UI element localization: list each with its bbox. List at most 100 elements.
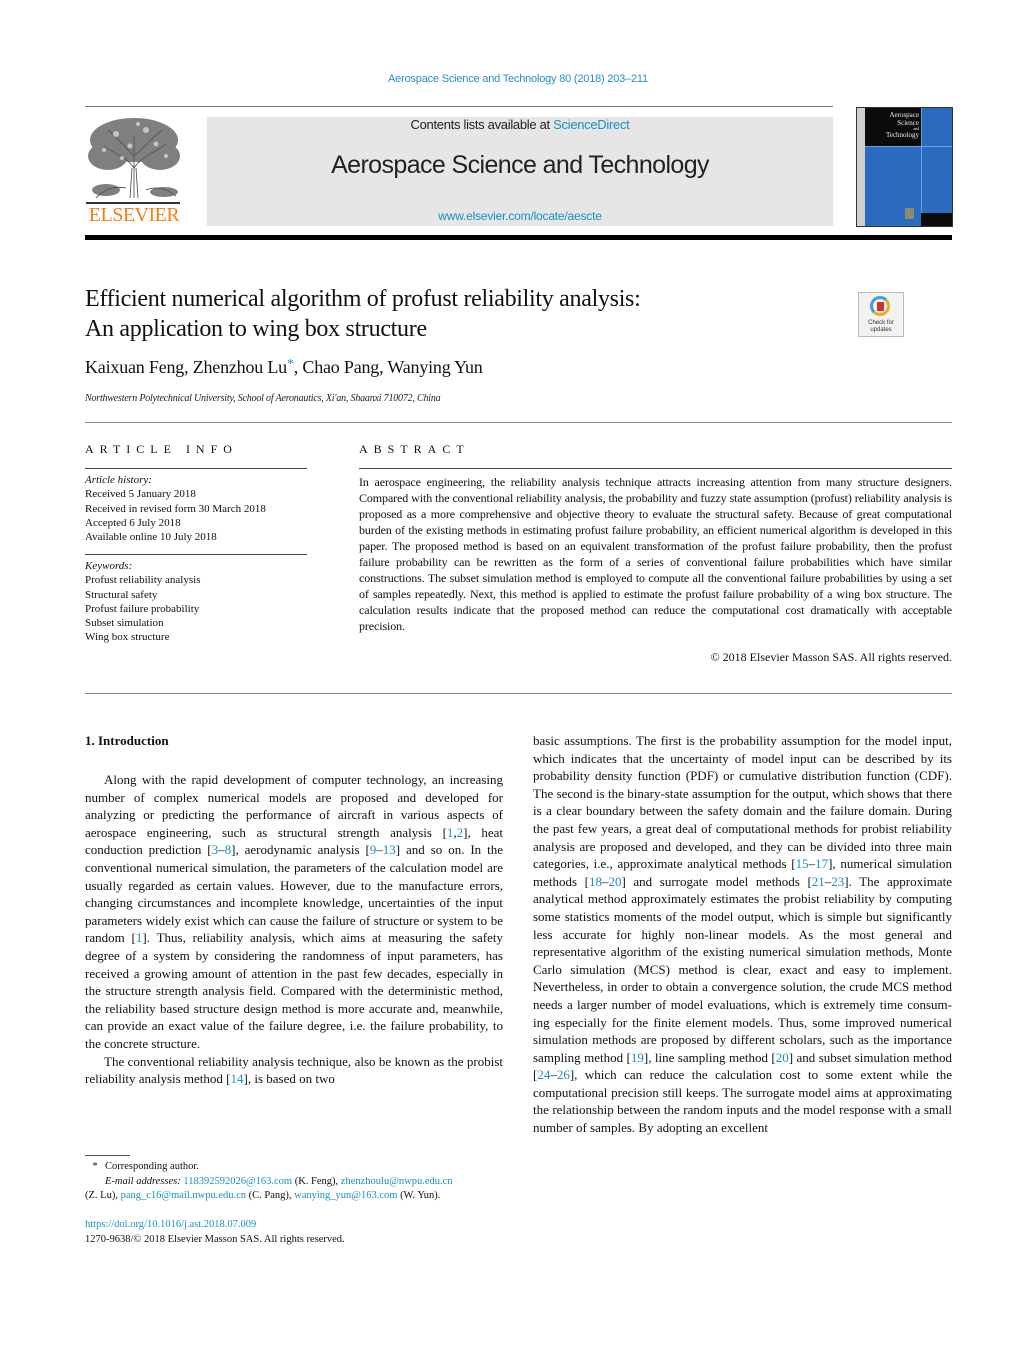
body-text: ]. The approximate analytical method app… [533,873,953,1065]
article-info-heading: ARTICLE INFO [85,442,238,456]
body-text: ] and surrogate model methods [ [621,873,812,889]
corresponding-author-label: Corresponding author. [105,1161,199,1172]
check-for-updates-button[interactable]: Check for updates [858,292,904,337]
email-link[interactable]: pang_c16@mail.nwpu.edu.cn [121,1190,246,1201]
history-item: Available online 10 July 2018 [85,531,217,544]
keyword: Subset simulation [85,617,164,630]
author-name[interactable]: Chao Pang [302,357,379,377]
body-text: Along with the rapid development of comp… [85,772,503,840]
footnote-marker: * [92,1161,98,1172]
elsevier-logo[interactable]: ELSEVIER [84,116,184,228]
keywords-label: Keywords: [85,560,133,572]
check-updates-label-line: Check for [868,320,894,326]
author-name[interactable]: Wanying Yun [387,357,482,377]
check-updates-label: Check for updates [859,320,903,334]
history-label: Article history: [85,474,152,486]
email-label: E-mail addresses: [105,1175,181,1187]
body-paragraph: basic assumptions. The first is the prob… [533,732,952,1137]
cover-spine [857,108,865,226]
cover-publisher-icon [905,208,914,219]
keywords-list: Keywords: Profust reliability analysis S… [85,559,307,645]
citation-link[interactable]: 13 [383,842,396,857]
cover-line: Science [897,119,919,127]
cover-divider [865,146,952,147]
article-info-rule [85,468,307,469]
citation-link[interactable]: 20 [776,1050,789,1065]
citation-link[interactable]: 21 [812,874,825,889]
section-divider [85,422,952,423]
section-divider [85,693,952,694]
abstract-heading: ABSTRACT [359,442,470,456]
abstract-rule [359,468,952,469]
email-link[interactable]: wanying_yun@163.com [294,1190,397,1201]
email-owner: (Z. Lu) [85,1190,116,1201]
history-item: Received 5 January 2018 [85,488,196,501]
history-item: Accepted 6 July 2018 [85,516,181,529]
keywords-rule [85,554,307,555]
author-name[interactable]: Zhenzhou Lu [193,357,287,377]
journal-homepage-link[interactable]: www.elsevier.com/locate/aescte [207,209,833,223]
author-affiliation: Northwestern Polytechnical University, S… [85,393,441,404]
abstract-copyright: © 2018 Elsevier Masson SAS. All rights r… [710,650,952,664]
citation-link[interactable]: 14 [231,1071,244,1086]
sciencedirect-link[interactable]: ScienceDirect [553,117,630,132]
journal-masthead: Contents lists available at ScienceDirec… [207,117,833,226]
corresponding-author-marker[interactable]: * [287,357,294,372]
contents-available-line: Contents lists available at ScienceDirec… [207,117,833,132]
title-line-2: An application to wing box structure [85,316,427,342]
bookmark-flag-icon [877,302,884,311]
corresponding-author-note: * Corresponding author. [85,1160,505,1175]
elsevier-tree-icon [88,118,180,198]
header-divider [85,106,833,107]
citation-link[interactable]: 20 [608,874,621,889]
footnote-rule [85,1155,130,1156]
contents-prefix: Contents lists available at [410,117,554,132]
citation-link[interactable]: 26 [557,1067,570,1082]
citation-link[interactable]: 18 [589,874,602,889]
publisher-wordmark: ELSEVIER [88,204,180,226]
citation-link[interactable]: 17 [815,856,828,871]
cover-title-text: Aerospace Science and Technology [867,111,919,139]
journal-reference-link[interactable]: Aerospace Science and Technology 80 (201… [0,73,1020,85]
body-text: ]. Thus, reliability analy­sis, which ai… [85,930,504,1051]
citation-link[interactable]: 19 [631,1050,644,1065]
body-left-column: Along with the rapid development of comp… [85,771,503,1088]
author-separator: , [184,357,193,377]
citation-link[interactable]: 24 [537,1067,550,1082]
cover-line: Aerospace [889,111,919,119]
email-addresses: E-mail addresses: 118392592026@163.com (… [105,1175,453,1187]
header-thick-rule [85,235,952,240]
body-right-column: basic assumptions. The first is the prob… [533,732,952,1137]
body-text: ], line sampling method [ [643,1049,776,1065]
check-updates-label-line: updates [870,327,892,333]
footnotes: * Corresponding author. E-mail addresses:… [85,1160,505,1204]
keyword: Profust reliability analysis [85,574,201,587]
article-history: Article history: Received 5 January 2018… [85,473,307,544]
body-paragraph: The conventional reliability analysis te… [85,1053,503,1088]
author-list: Kaixuan Feng, Zhenzhou Lu*, Chao Pang, W… [85,357,483,378]
keyword: Profust failure probability [85,602,200,615]
history-item: Received in revised form 30 March 2018 [85,502,266,515]
body-text: ], is based on two [243,1071,335,1087]
citation-link[interactable]: 15 [796,856,809,871]
email-owner: (W. Yun). [400,1190,441,1201]
issn-copyright: 1270-9638/© 2018 Elsevier Masson SAS. Al… [85,1233,345,1245]
cover-line: Technology [886,131,919,139]
email-link[interactable]: 118392592026@163.com [183,1176,292,1187]
doi-block: https://doi.org/10.1016/j.ast.2018.07.00… [85,1218,505,1247]
email-link[interactable]: zhenzhoulu@nwpu.edu.cn [341,1176,453,1187]
journal-cover-thumbnail[interactable]: Aerospace Science and Technology [856,107,953,227]
cover-divider [921,108,922,213]
cover-footer-block [921,213,952,226]
keyword: Wing box structure [85,631,170,644]
abstract-text: In aerospace engineering, the reliabilit… [359,475,952,633]
email-owner: (K. Feng) [294,1175,336,1187]
doi-link[interactable]: https://doi.org/10.1016/j.ast.2018.07.00… [85,1218,505,1233]
article-title: Efficient numerical algorithm of profust… [85,284,805,344]
citation-link[interactable]: 23 [831,874,844,889]
keyword: Structural safety [85,588,158,601]
title-line-1: Efficient numerical algorithm of profust… [85,286,641,312]
section-heading-introduction: 1. Introduction [85,733,169,748]
author-name[interactable]: Kaixuan Feng [85,357,184,377]
email-owner: (C. Pang) [248,1190,289,1201]
